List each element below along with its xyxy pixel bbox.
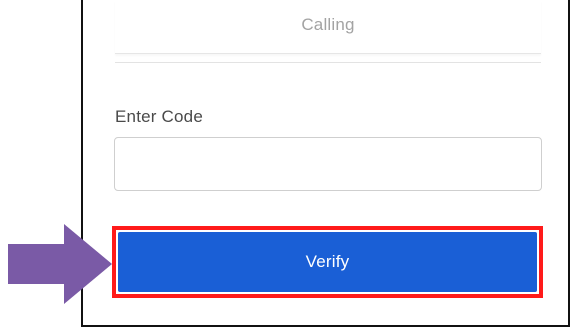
verify-button[interactable]: Verify <box>118 232 537 292</box>
right-arrow-icon <box>8 224 112 304</box>
code-input[interactable] <box>114 137 542 191</box>
calling-option[interactable]: Calling <box>115 0 541 54</box>
verification-panel: Calling Enter Code Verify <box>81 0 570 327</box>
section-divider <box>115 62 541 63</box>
enter-code-label: Enter Code <box>115 107 203 126</box>
verify-button-label: Verify <box>305 252 350 271</box>
calling-label: Calling <box>301 14 355 34</box>
